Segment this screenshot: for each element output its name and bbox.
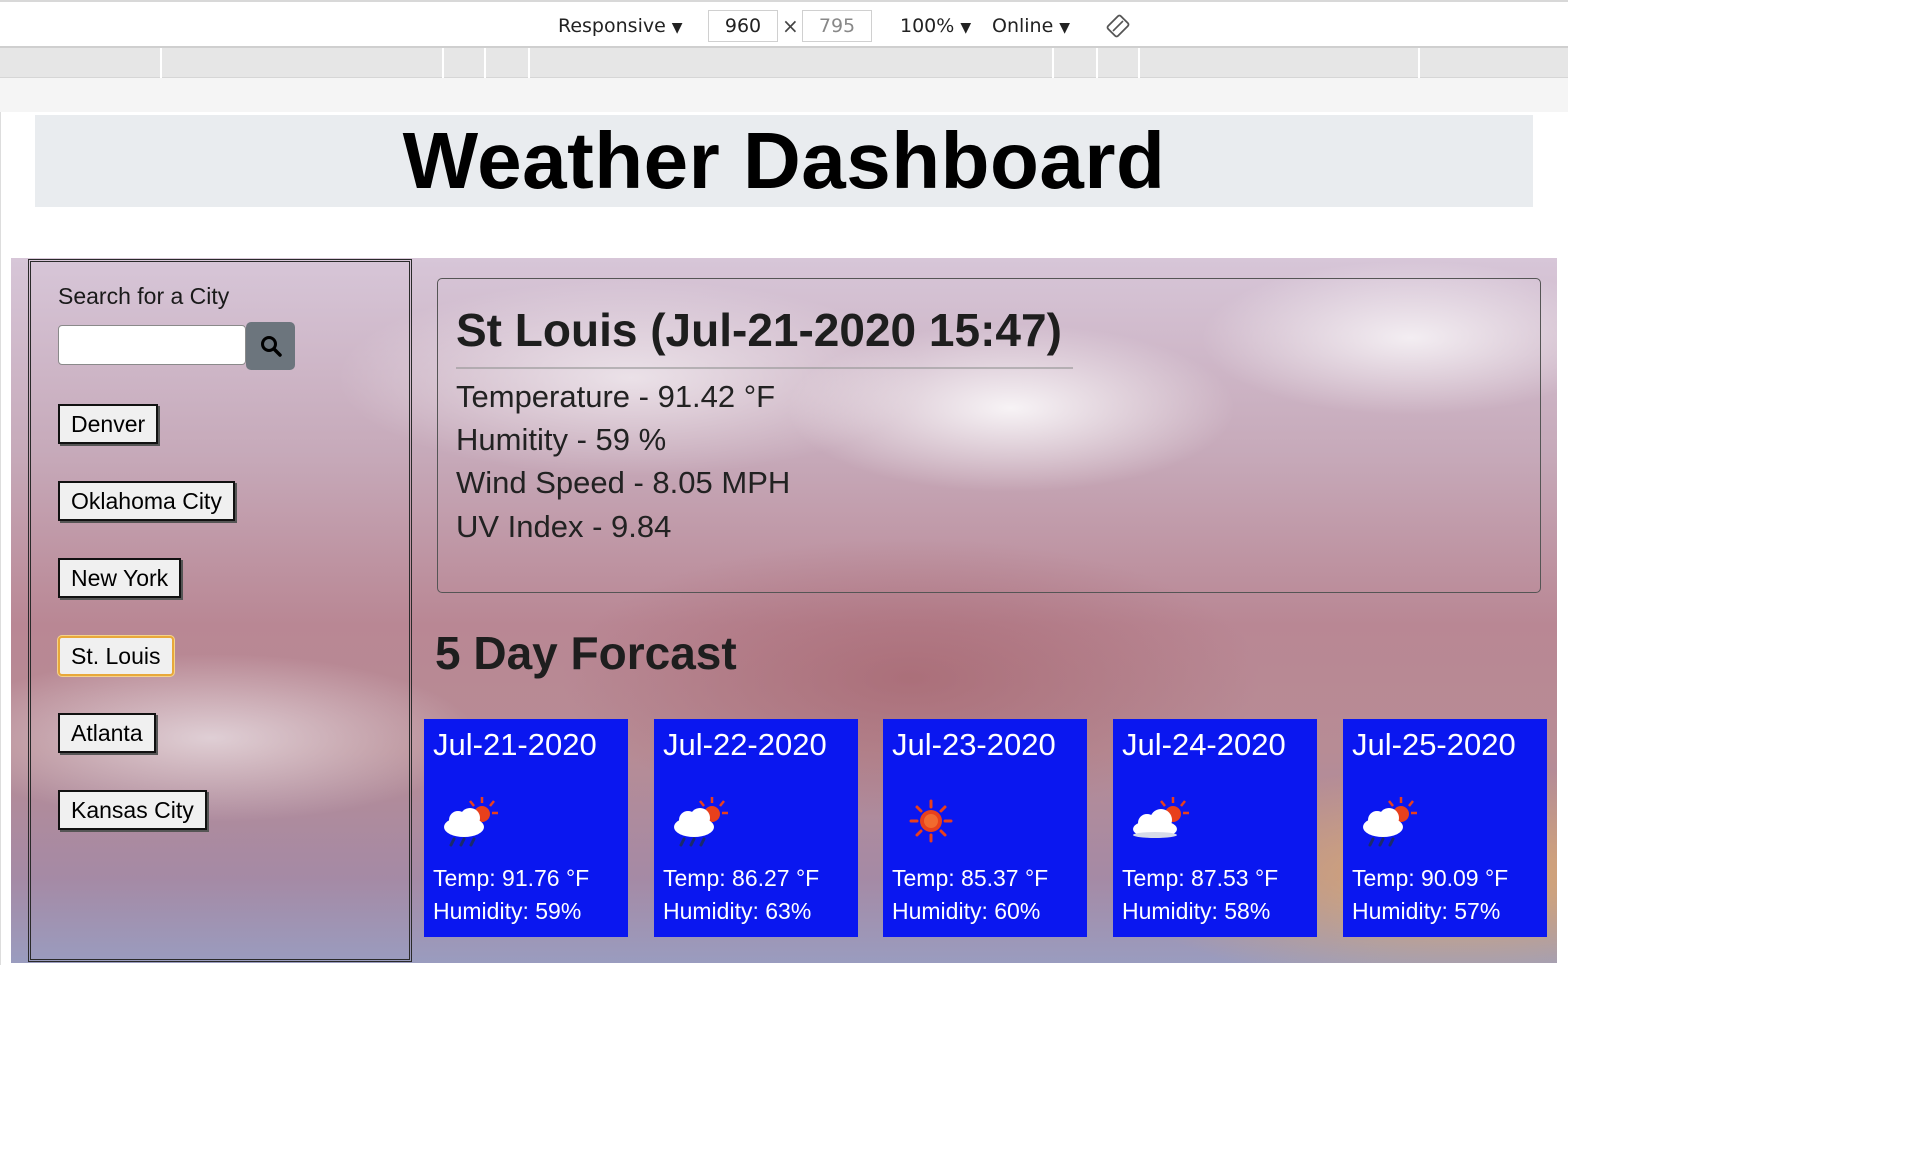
forecast-card: Jul-21-2020 Temp: 91.76 °F Humidity: 59% xyxy=(424,719,628,937)
zoom-select[interactable]: 100% ▼ xyxy=(900,12,971,40)
page-header: Weather Dashboard xyxy=(35,115,1533,207)
rain-sun-icon xyxy=(1363,797,1417,847)
forecast-card: Jul-25-2020 Temp: 90.09 °F Humidity: 57% xyxy=(1343,719,1547,937)
current-temperature: Temperature - 91.42 °F xyxy=(456,379,776,414)
forecast-humidity: Humidity: 63% xyxy=(663,898,812,924)
forecast-date: Jul-25-2020 xyxy=(1352,727,1516,762)
current-weather-panel: St Louis (Jul-21-2020 15:47) Temperature… xyxy=(437,278,1541,593)
search-sidebar: Search for a City Denver Oklahoma City N… xyxy=(28,259,412,962)
chevron-down-icon: ▼ xyxy=(1059,20,1071,36)
rain-sun-icon xyxy=(444,797,498,847)
height-input[interactable]: 795 xyxy=(802,10,872,42)
forecast-card: Jul-24-2020 Temp: 87.53 °F Humidity: 58% xyxy=(1113,719,1317,937)
forecast-temp: Temp: 87.53 °F xyxy=(1122,865,1279,891)
search-icon xyxy=(260,336,282,357)
current-humidity: Humitity - 59 % xyxy=(456,422,667,457)
city-button-st-louis[interactable]: St. Louis xyxy=(58,636,174,676)
rotate-icon[interactable] xyxy=(1106,14,1130,38)
forecast-card: Jul-22-2020 Temp: 86.27 °F Humidity: 63% xyxy=(654,719,858,937)
city-button-new-york[interactable]: New York xyxy=(58,558,182,598)
search-input[interactable] xyxy=(58,325,246,365)
forecast-date: Jul-21-2020 xyxy=(433,727,597,762)
network-select[interactable]: Online ▼ xyxy=(992,12,1070,40)
forecast-temp: Temp: 90.09 °F xyxy=(1352,865,1509,891)
heading-divider xyxy=(456,367,1073,369)
chevron-down-icon: ▼ xyxy=(960,20,972,36)
forecast-temp: Temp: 85.37 °F xyxy=(892,865,1049,891)
sun-icon xyxy=(909,799,953,843)
forecast-temp: Temp: 86.27 °F xyxy=(663,865,820,891)
current-uv-index: UV Index - 9.84 xyxy=(456,509,672,544)
forecast-humidity: Humidity: 59% xyxy=(433,898,582,924)
forecast-date: Jul-22-2020 xyxy=(663,727,827,762)
viewport-gap xyxy=(0,78,1568,112)
city-button-atlanta[interactable]: Atlanta xyxy=(58,713,156,753)
width-input[interactable]: 960 xyxy=(708,10,778,42)
page-viewport: Weather Dashboard Search for a City Denv… xyxy=(0,112,1568,965)
device-select-label: Responsive xyxy=(558,15,666,37)
search-label: Search for a City xyxy=(58,283,230,309)
forecast-temp: Temp: 91.76 °F xyxy=(433,865,590,891)
forecast-date: Jul-24-2020 xyxy=(1122,727,1286,762)
forecast-title: 5 Day Forcast xyxy=(435,627,737,679)
search-button[interactable] xyxy=(246,322,295,370)
current-wind-speed: Wind Speed - 8.05 MPH xyxy=(456,465,791,500)
dashboard-main: Search for a City Denver Oklahoma City N… xyxy=(11,258,1557,963)
network-select-label: Online xyxy=(992,15,1054,37)
rain-sun-icon xyxy=(674,797,728,847)
devtools-toolbar: Responsive ▼ 960 × 795 100% ▼ Online ▼ xyxy=(0,0,1568,48)
current-city-heading: St Louis (Jul-21-2020 15:47) xyxy=(456,304,1062,356)
device-select[interactable]: Responsive ▼ xyxy=(558,12,683,40)
chevron-down-icon: ▼ xyxy=(671,20,683,36)
cloud-sun-icon xyxy=(1133,797,1189,838)
media-query-ruler xyxy=(0,48,1568,78)
forecast-date: Jul-23-2020 xyxy=(892,727,1056,762)
forecast-humidity: Humidity: 58% xyxy=(1122,898,1271,924)
forecast-humidity: Humidity: 57% xyxy=(1352,898,1501,924)
city-button-kansas-city[interactable]: Kansas City xyxy=(58,790,207,830)
forecast-humidity: Humidity: 60% xyxy=(892,898,1041,924)
city-button-oklahoma-city[interactable]: Oklahoma City xyxy=(58,481,235,521)
page-title: Weather Dashboard xyxy=(402,116,1166,205)
city-button-denver[interactable]: Denver xyxy=(58,404,159,444)
times-icon: × xyxy=(782,14,799,38)
zoom-select-label: 100% xyxy=(900,15,955,37)
forecast-card: Jul-23-2020 Temp: 85.37 °F Humidity: 60% xyxy=(883,719,1087,937)
